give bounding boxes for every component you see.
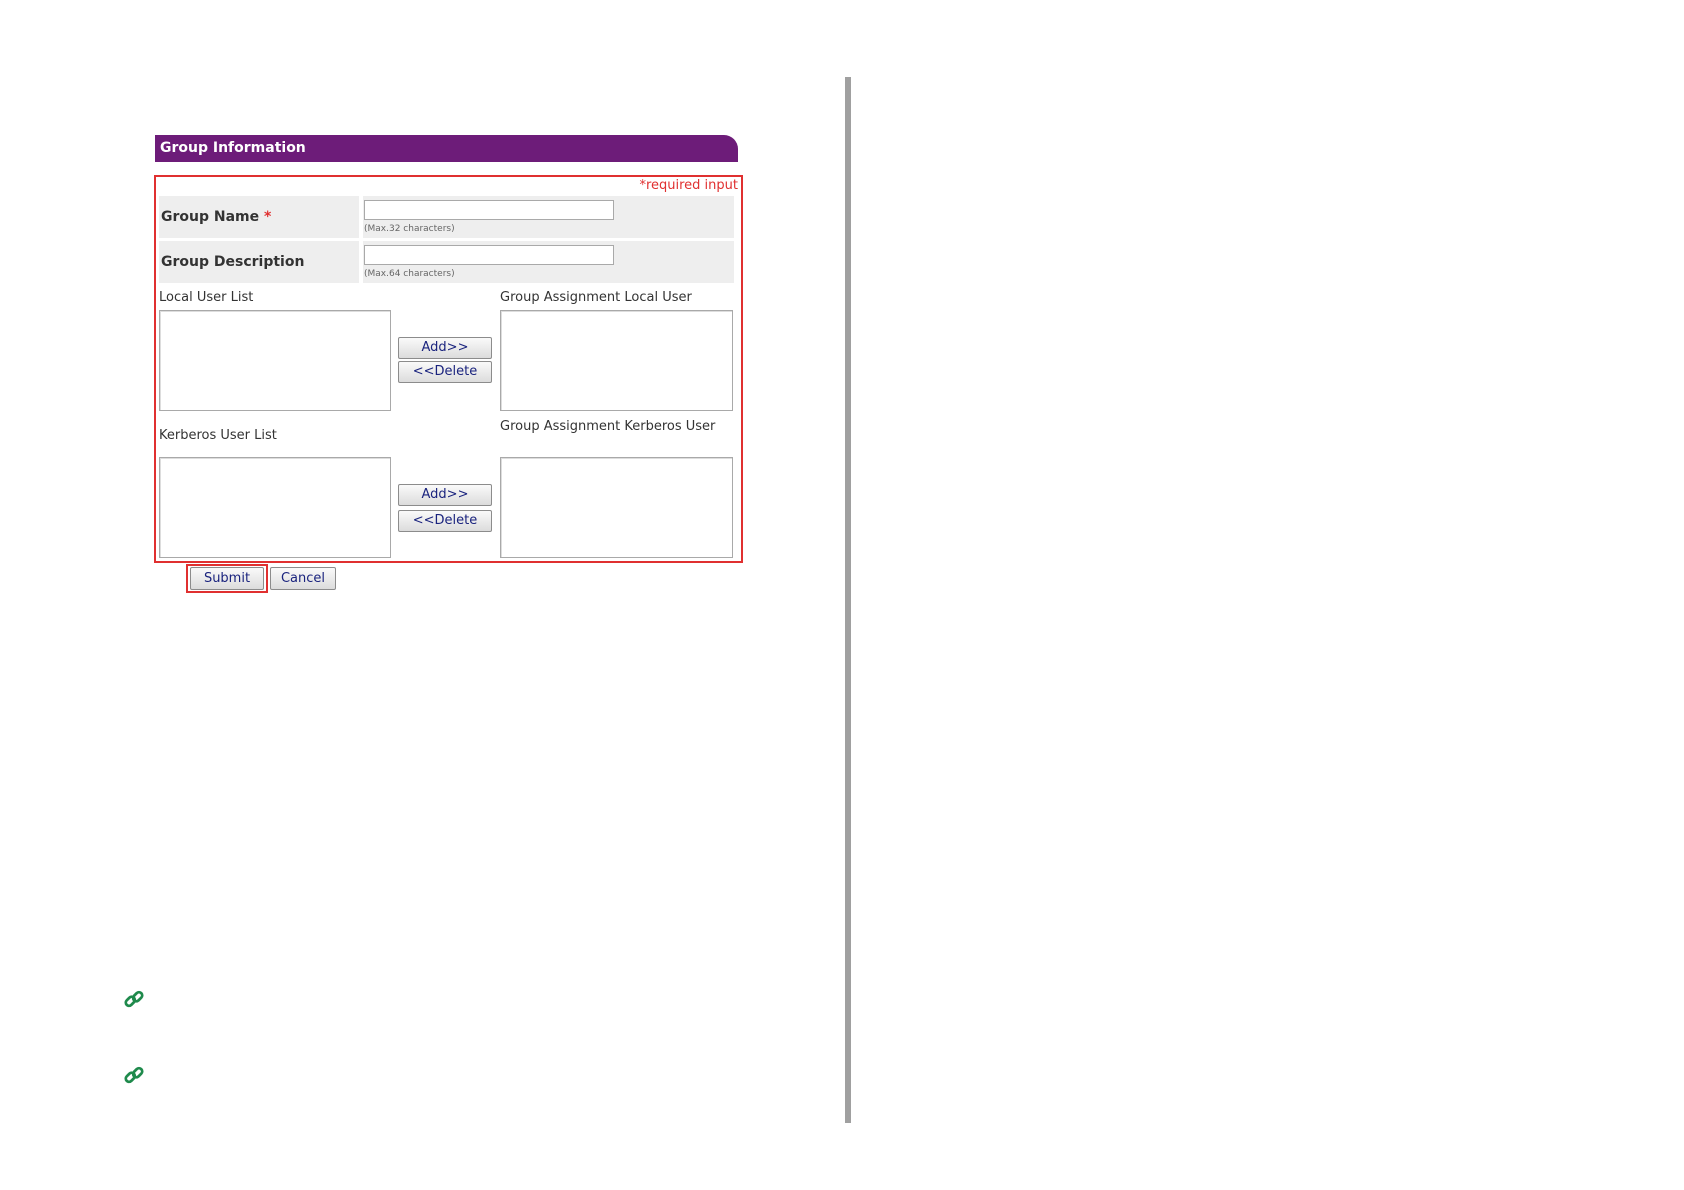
link-icon[interactable] — [123, 988, 145, 1010]
panel-title: Group Information — [160, 140, 306, 156]
group-assignment-local-user-label: Group Assignment Local User — [500, 290, 692, 305]
group-description-label: Group Description — [161, 254, 305, 270]
required-star: * — [264, 209, 272, 225]
group-assignment-kerberos-user-label: Group Assignment Kerberos User — [500, 419, 716, 434]
group-name-label: Group Name * — [161, 209, 272, 225]
local-user-list-label: Local User List — [159, 290, 254, 305]
link-icon[interactable] — [123, 1064, 145, 1086]
page-divider — [845, 77, 851, 1123]
group-assignment-kerberos-user-listbox[interactable] — [500, 457, 733, 558]
local-delete-button[interactable]: <<Delete — [398, 361, 492, 383]
group-name-input[interactable] — [364, 200, 614, 220]
kerberos-user-listbox[interactable] — [159, 457, 391, 558]
local-add-button[interactable]: Add>> — [398, 337, 492, 359]
cancel-button[interactable]: Cancel — [270, 567, 336, 590]
group-name-hint: (Max.32 characters) — [364, 224, 455, 234]
local-user-listbox[interactable] — [159, 310, 391, 411]
group-name-row: Group Name * (Max.32 characters) — [159, 196, 734, 238]
required-input-note: *required input — [639, 178, 738, 193]
kerberos-user-list-label: Kerberos User List — [159, 428, 277, 443]
group-assignment-local-user-listbox[interactable] — [500, 310, 733, 411]
group-description-input[interactable] — [364, 245, 614, 265]
group-description-hint: (Max.64 characters) — [364, 269, 455, 279]
kerberos-delete-button[interactable]: <<Delete — [398, 510, 492, 532]
group-description-row: Group Description (Max.64 characters) — [159, 241, 734, 283]
kerberos-add-button[interactable]: Add>> — [398, 484, 492, 506]
panel-title-bar: Group Information — [155, 135, 738, 162]
submit-button[interactable]: Submit — [190, 567, 264, 590]
